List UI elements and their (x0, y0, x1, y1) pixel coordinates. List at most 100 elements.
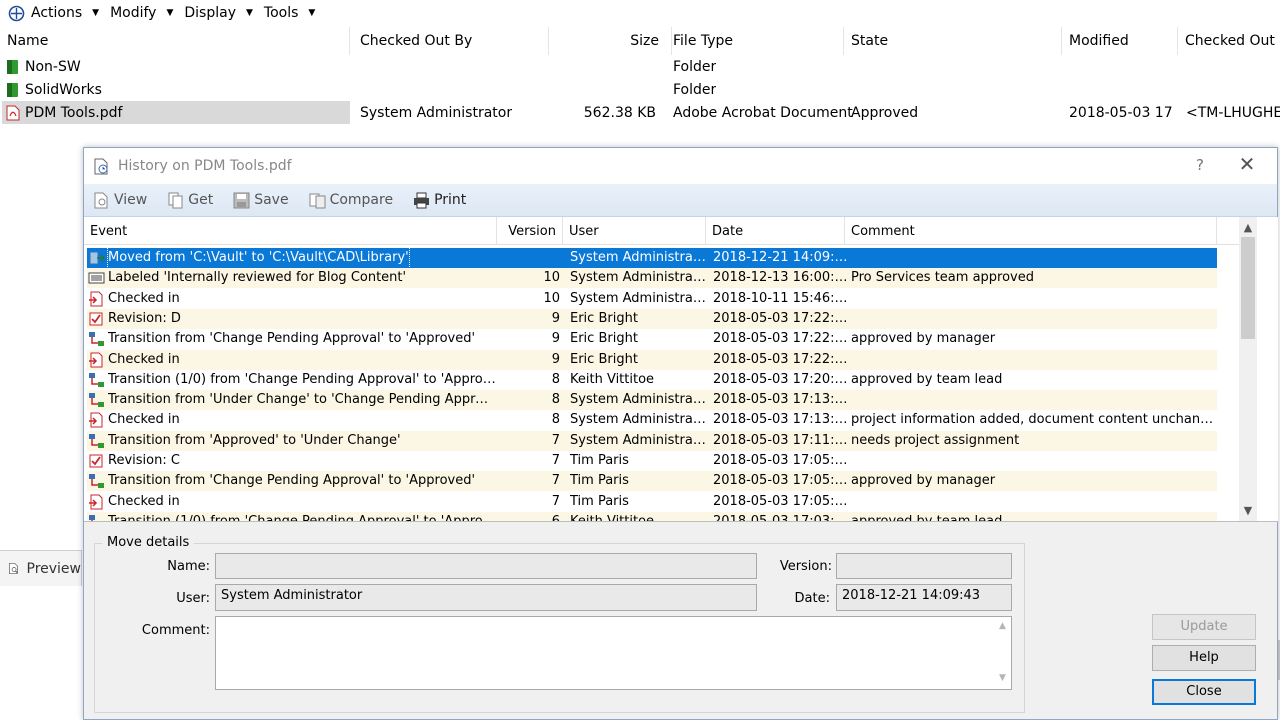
event-text: Revision: C (108, 453, 180, 468)
name-label: Name: (167, 559, 210, 574)
transition-icon (89, 474, 104, 489)
check-in-icon (89, 291, 103, 307)
user-label: User: (176, 591, 210, 606)
column-header-modified[interactable]: Modified (1062, 27, 1178, 55)
column-header-comment[interactable]: Comment (845, 217, 1217, 245)
history-row[interactable]: Transition (1/0) from 'Change Pending Ap… (87, 370, 1217, 390)
date-cell: 2018-05-03 17:22:04 (713, 331, 848, 347)
dialog-title-bar[interactable]: History on PDM Tools.pdf (84, 148, 1277, 184)
menu-display[interactable]: Display ▼ (184, 5, 253, 21)
help-button[interactable]: Help (1152, 645, 1256, 671)
version-cell: 10 (543, 290, 560, 306)
date-field[interactable]: 2018-12-21 14:09:43 (836, 584, 1012, 611)
compare-button[interactable]: Compare (309, 192, 393, 209)
label-icon (88, 272, 105, 284)
get-button[interactable]: Get (167, 192, 213, 209)
view-button[interactable]: View (93, 192, 147, 209)
menu-actions[interactable]: Actions ▼ (31, 5, 99, 21)
close-button[interactable]: Close (1152, 679, 1256, 705)
comment-textarea[interactable]: ▲ ▼ (215, 616, 1012, 690)
event-cell: Moved from 'C:\Vault' to 'C:\Vault\CAD\L… (88, 248, 496, 268)
history-row[interactable]: Transition from 'Approved' to 'Under Cha… (87, 430, 1217, 451)
date-cell: 2018-05-03 17:03:51 (713, 513, 848, 522)
column-header-user[interactable]: User (563, 217, 706, 245)
event-cell: Checked in (88, 350, 496, 370)
chevron-down-icon: ▼ (92, 8, 100, 18)
revision-icon (89, 454, 103, 468)
tab-preview[interactable]: Preview (0, 550, 82, 586)
scroll-down-icon[interactable]: ▼ (994, 673, 1011, 683)
version-cell: 8 (551, 371, 560, 387)
checked-out-by: System Administrator (360, 104, 513, 121)
update-button[interactable]: Update (1152, 614, 1256, 640)
event-cell: Checked in (88, 492, 496, 512)
column-header-event[interactable]: Event (84, 217, 497, 245)
history-scrollbar[interactable]: ▲ ▼ (1239, 217, 1257, 521)
file-row[interactable]: Non-SW Folder (0, 55, 1280, 78)
check-in-icon (89, 494, 103, 510)
move-icon (89, 251, 105, 265)
save-button[interactable]: Save (233, 192, 289, 209)
scroll-down-icon[interactable]: ▼ (1239, 502, 1257, 520)
history-row-selected[interactable]: Moved from 'C:\Vault' to 'C:\Vault\CAD\L… (87, 248, 1217, 268)
user-cell: System Administrator (570, 290, 710, 306)
name-field[interactable] (215, 553, 757, 579)
history-row[interactable]: Transition (1/0) from 'Change Pending Ap… (87, 511, 1217, 522)
dialog-title: History on PDM Tools.pdf (118, 158, 292, 174)
history-table-header: Event Version User Date Comment (84, 217, 1239, 245)
transition-icon (89, 514, 95, 521)
check-in-icon (89, 412, 103, 428)
comment-cell (851, 451, 1217, 471)
history-row[interactable]: Transition from 'Change Pending Approval… (87, 329, 1217, 349)
vault-app-icon[interactable] (8, 5, 25, 22)
history-row[interactable]: Labeled 'Internally reviewed for Blog Co… (87, 268, 1217, 289)
help-icon[interactable]: ? (1196, 156, 1204, 174)
column-header-label: Checked Out By (360, 33, 473, 49)
history-row[interactable]: Checked in 10 System Administrator 2018-10-… (87, 289, 1217, 309)
comment-scrollbar[interactable]: ▲ ▼ (994, 617, 1011, 689)
history-row[interactable]: Checked in 9 Eric Bright 2018-05-03 17:22:0… (87, 349, 1217, 370)
column-header-checked-out-by[interactable]: Checked Out By (353, 27, 549, 55)
date-cell: 2018-12-13 16:00:30 (713, 270, 848, 286)
version-cell: 9 (551, 331, 560, 347)
scroll-up-icon[interactable]: ▲ (994, 621, 1011, 631)
file-name-cell[interactable]: SolidWorks (2, 78, 350, 101)
save-button-label: Save (254, 192, 289, 208)
column-header-file-type[interactable]: File Type (666, 27, 844, 55)
scroll-up-icon[interactable]: ▲ (1239, 219, 1257, 237)
event-cell: Revision: C (88, 451, 496, 471)
comment-cell: approved by team lead (851, 513, 1003, 522)
column-header-name[interactable]: Name (0, 27, 350, 55)
menu-modify[interactable]: Modify ▼ (110, 5, 173, 21)
date-cell: 2018-05-03 17:11:12 (713, 432, 848, 448)
column-header-date[interactable]: Date (706, 217, 845, 245)
file-name: SolidWorks (25, 81, 102, 98)
history-row[interactable]: Transition from 'Change Pending Approval… (87, 471, 1217, 492)
file-row[interactable]: SolidWorks Folder (0, 78, 1280, 101)
history-row[interactable]: Checked in 8 System Administrator 2018-05-0… (87, 410, 1217, 430)
menu-tools[interactable]: Tools ▼ (264, 5, 315, 21)
file-name-cell[interactable]: Non-SW (2, 55, 350, 78)
menu-modify-label: Modify (110, 5, 157, 21)
event-text: Checked in (108, 351, 180, 367)
file-row-selected[interactable]: PDM Tools.pdf System Administrator 562.3… (0, 101, 1280, 124)
column-header-version[interactable]: Version (497, 217, 563, 245)
history-row[interactable]: Transition from 'Under Change' to 'Chang… (87, 390, 1217, 411)
scroll-thumb[interactable] (1241, 237, 1255, 339)
user-field[interactable]: System Administrator (215, 584, 757, 611)
comment-cell (851, 390, 1217, 410)
file-name-cell[interactable]: PDM Tools.pdf (2, 101, 350, 124)
column-header-label: Date (712, 223, 744, 239)
column-header-size[interactable]: Size (550, 27, 672, 55)
user-cell: Tim Paris (570, 453, 629, 468)
column-header-state[interactable]: State (844, 27, 1062, 55)
file-type: Adobe Acrobat Document (673, 104, 853, 121)
history-table[interactable]: Event Version User Date Comment Moved fr… (84, 217, 1278, 522)
history-row[interactable]: Checked in 7 Tim Paris 2018-05-03 17:05:21 (87, 492, 1217, 512)
column-header-checked-out-in[interactable]: Checked Out In (1178, 27, 1280, 55)
history-row[interactable]: Revision: D 9 Eric Bright 2018-05-03 17:22:… (87, 308, 1217, 329)
version-field[interactable] (836, 553, 1012, 579)
history-row[interactable]: Revision: C 7 Tim Paris 2018-05-03 17:05:21 (87, 451, 1217, 471)
print-button[interactable]: Print (413, 192, 466, 209)
close-icon[interactable]: ✕ (1237, 153, 1257, 175)
